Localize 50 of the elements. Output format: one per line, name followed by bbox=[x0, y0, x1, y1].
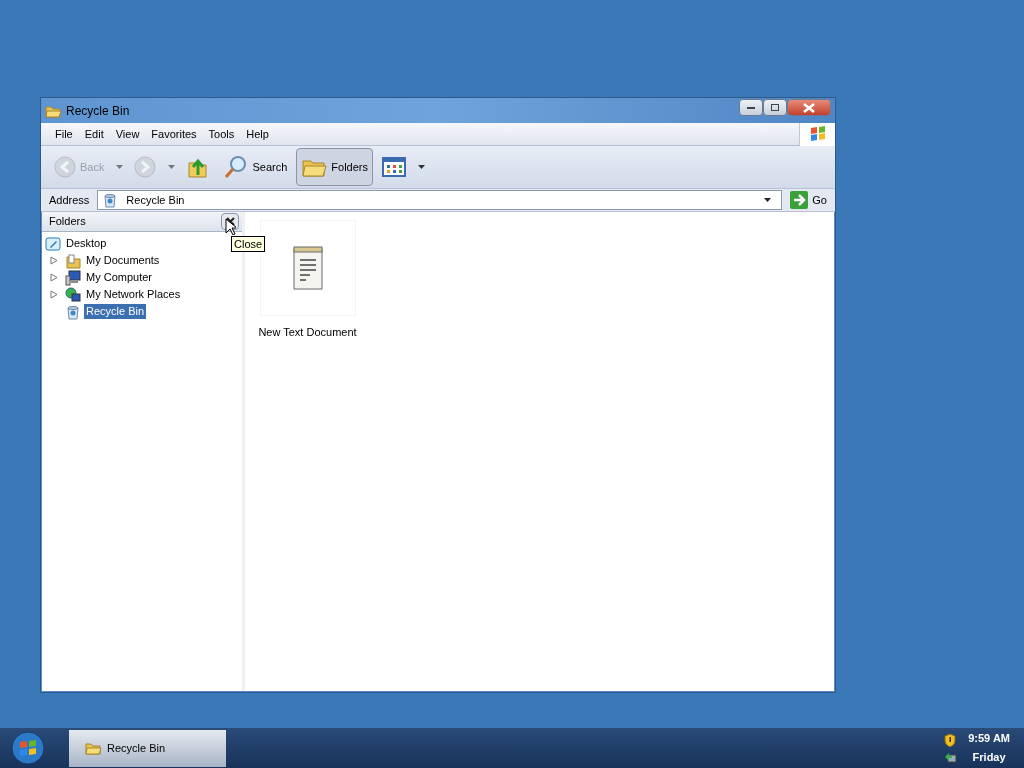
recycle-bin-icon bbox=[65, 303, 81, 320]
minimize-icon bbox=[747, 106, 755, 109]
address-field[interactable]: Recycle Bin bbox=[97, 190, 783, 210]
tree-item[interactable]: My Documents bbox=[84, 253, 162, 268]
desktop-icon bbox=[45, 235, 61, 252]
go-button[interactable]: Go bbox=[786, 190, 831, 210]
views-icon bbox=[382, 157, 406, 177]
menu-item[interactable]: Edit bbox=[78, 125, 110, 143]
shield-icon bbox=[944, 733, 957, 747]
close-icon bbox=[803, 102, 815, 113]
tree-item[interactable]: Desktop bbox=[64, 236, 109, 251]
go-arrow-icon bbox=[790, 191, 809, 209]
menu-item[interactable]: Help bbox=[240, 125, 275, 143]
menu-item[interactable]: File bbox=[49, 125, 79, 143]
clock-time: 9:59 AM bbox=[968, 731, 1010, 746]
folders-button[interactable]: Folders bbox=[296, 148, 373, 186]
documents-folder-icon bbox=[65, 252, 81, 269]
menu-item[interactable]: Tools bbox=[202, 125, 241, 143]
caret-icon bbox=[167, 165, 175, 169]
search-button[interactable]: Search bbox=[219, 148, 293, 186]
menu-item[interactable]: View bbox=[109, 125, 146, 143]
network-icon bbox=[944, 751, 957, 763]
computer-icon bbox=[65, 269, 81, 286]
folder-icon bbox=[85, 740, 102, 756]
notepad-icon bbox=[291, 246, 324, 290]
caret-icon bbox=[764, 198, 772, 202]
window-title: Recycle Bin bbox=[66, 102, 130, 120]
file-name[interactable]: New Text Document bbox=[258, 324, 357, 341]
minimize-button[interactable] bbox=[739, 99, 763, 116]
taskbar-button[interactable]: Recycle Bin bbox=[69, 729, 226, 767]
maximize-icon bbox=[771, 104, 779, 111]
tree-item[interactable]: My Network Places bbox=[84, 287, 183, 302]
tree-item[interactable]: Recycle Bin bbox=[84, 304, 147, 319]
recycle-bin-icon bbox=[102, 192, 119, 208]
search-icon bbox=[224, 155, 249, 179]
clock-day: Friday bbox=[972, 748, 1006, 767]
tree-item[interactable]: My Computer bbox=[84, 270, 155, 285]
windows-flag-icon bbox=[808, 125, 827, 143]
windows-orb-icon bbox=[11, 731, 45, 765]
caret-icon bbox=[115, 165, 123, 169]
address-label: Address bbox=[48, 192, 91, 208]
mouse-pointer-icon bbox=[225, 218, 236, 235]
pane-title: Folders bbox=[49, 214, 86, 230]
close-icon bbox=[225, 217, 235, 226]
network-icon bbox=[65, 286, 81, 303]
close-button[interactable] bbox=[787, 99, 831, 116]
tooltip: Close bbox=[231, 236, 266, 252]
menu-item[interactable]: Favorites bbox=[145, 125, 203, 143]
caret-icon bbox=[417, 165, 425, 169]
maximize-button[interactable] bbox=[763, 99, 787, 116]
